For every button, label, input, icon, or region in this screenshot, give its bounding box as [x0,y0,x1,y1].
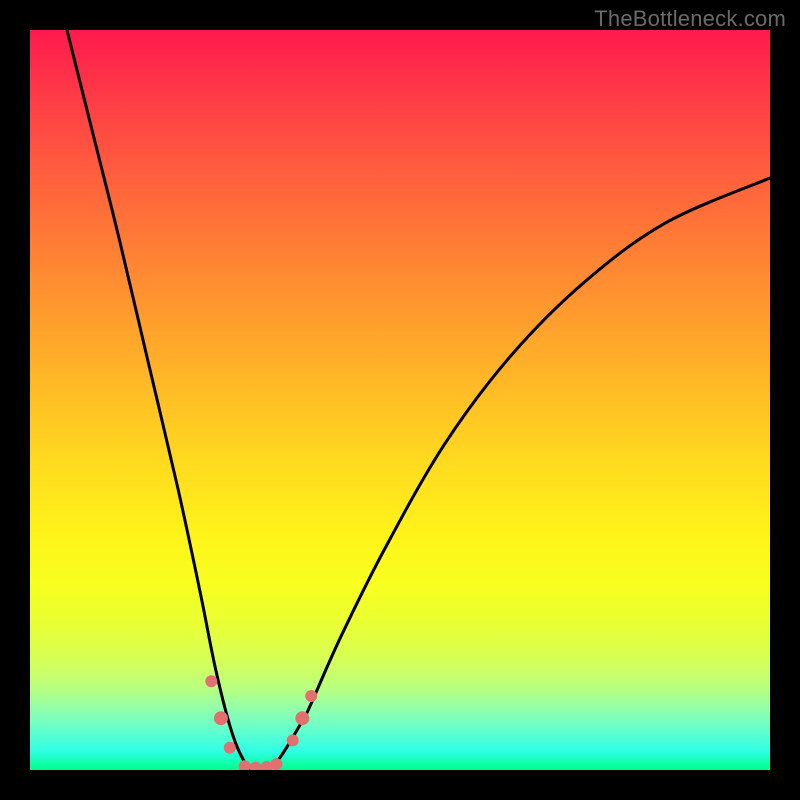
curve-marker [239,760,251,770]
watermark-text: TheBottleneck.com [594,6,786,32]
bottleneck-curve [67,30,770,770]
chart-frame: TheBottleneck.com [0,0,800,800]
curve-marker [287,734,299,746]
curve-marker [250,762,262,770]
plot-area [30,30,770,770]
curve-layer [30,30,770,770]
curve-marker [224,742,236,754]
curve-marker [270,758,282,770]
curve-marker [214,711,228,725]
curve-marker [205,675,217,687]
curve-marker [305,690,317,702]
curve-marker [295,711,309,725]
curve-markers [205,675,317,770]
